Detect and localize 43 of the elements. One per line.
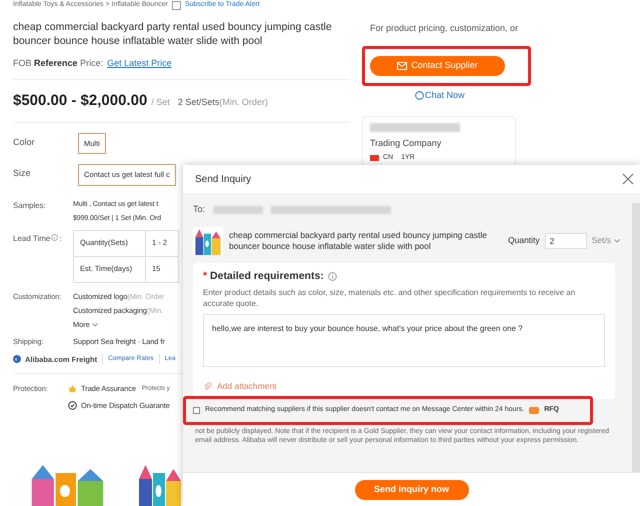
option-label: Color [13, 136, 36, 149]
chevron-down-icon [92, 322, 98, 327]
quantity-label: Quantity [508, 234, 540, 247]
lead-time-colon: : [59, 232, 62, 244]
info-icon [51, 234, 58, 240]
blurred-text [213, 206, 264, 214]
flag-icon [370, 154, 379, 161]
chevron-down-icon [614, 238, 620, 242]
fob-label: FOB Reference Price: [13, 57, 104, 70]
globe-icon [13, 355, 21, 364]
quantity-field[interactable]: 2 [544, 232, 587, 248]
product-title: cheap commercial backyard party rental used bouncy jumping castle bouncer bounce house inflatable water slide with pool [13, 20, 333, 48]
scrollbar[interactable] [632, 203, 640, 472]
chat-icon [415, 90, 424, 100]
option-label: Size [13, 167, 32, 180]
subscribe-checkbox[interactable] [172, 0, 181, 10]
rfq-icon [529, 406, 540, 414]
close-icon[interactable] [622, 173, 634, 185]
chat-now-link[interactable]: Chat Now [425, 88, 465, 102]
send-inquiry-button[interactable]: Send inquiry now [354, 480, 468, 500]
mail-icon [397, 62, 408, 70]
samples-label: Samples: [13, 200, 47, 212]
recommend-checkbox[interactable] [193, 406, 200, 414]
requirements-hint: Enter product details such as color, size, materials etc. and other specification requirements to receive an accurate quote. [203, 287, 576, 310]
requirements-label: * Detailed requirements: [203, 268, 324, 284]
message-field[interactable]: hello,we are interest to buy your bounce house, what's your price about the green one ? [203, 314, 605, 368]
company-type: Trading Company [370, 137, 442, 150]
get-price-link[interactable]: Get Latest Price [107, 57, 172, 70]
dialog-product-title: cheap commercial backyard party rental used bouncy jumping castle bouncer bounce house inflatable water slide with pool [229, 230, 488, 252]
to-label: To: [193, 203, 206, 216]
dialog-title: Send Inquiry [195, 172, 252, 186]
add-attachment-link[interactable]: Add attachment [217, 380, 277, 393]
pricing-note: For product pricing, customization, or [370, 22, 520, 35]
paperclip-icon [203, 382, 212, 392]
lead-time-label: Lead Time [13, 232, 50, 244]
contact-supplier-button[interactable]: Contact Supplier [370, 56, 505, 76]
info-icon [328, 272, 337, 281]
unit-select[interactable]: Set/s [592, 234, 620, 247]
price-unit: / Set [151, 96, 170, 108]
crown-icon [68, 384, 77, 393]
check-circle-icon [68, 401, 77, 410]
price: $500.00 - $2,000.00 [13, 90, 148, 110]
min-order: 2 Set/Sets(Min. Order) [178, 96, 268, 109]
